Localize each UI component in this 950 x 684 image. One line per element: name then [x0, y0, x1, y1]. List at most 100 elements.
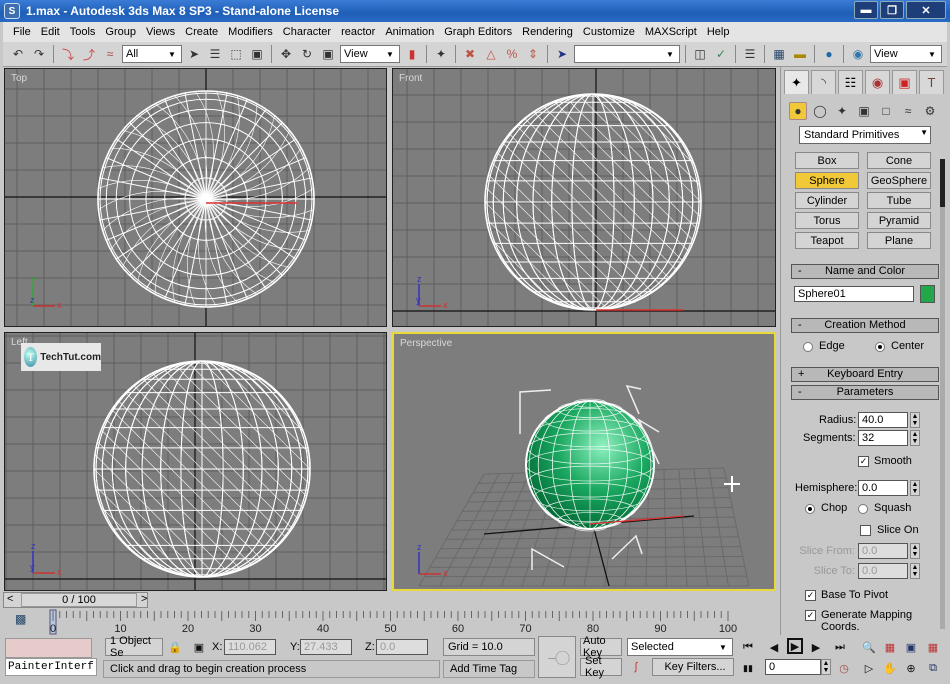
smooth-checkbox[interactable]: ✓ — [858, 456, 869, 467]
parameters-rollout-header[interactable]: - Parameters — [791, 385, 939, 400]
bind-to-space-warp-icon[interactable]: ≈ — [101, 45, 119, 63]
primitive-cylinder-button[interactable]: Cylinder — [795, 192, 859, 209]
unlink-selection-icon[interactable]: ⤴ — [80, 45, 98, 63]
arc-rotate-icon[interactable]: ⊕ — [903, 660, 919, 676]
viewport-label[interactable]: Perspective — [400, 338, 452, 349]
lights-icon[interactable]: ✦ — [833, 102, 851, 120]
name-color-rollout-header[interactable]: - Name and Color — [791, 264, 939, 279]
spinner-snap-icon[interactable]: ⇕ — [524, 45, 542, 63]
keyboard-entry-rollout-header[interactable]: + Keyboard Entry — [791, 367, 939, 382]
menu-file[interactable]: File — [8, 26, 36, 38]
center-radio[interactable] — [875, 342, 885, 352]
viewport-label[interactable]: Front — [399, 73, 422, 84]
rectangular-selection-icon[interactable]: ⬚ — [227, 45, 245, 63]
systems-icon[interactable]: ⚙ — [921, 102, 939, 120]
menu-edit[interactable]: Edit — [36, 26, 65, 38]
object-color-swatch[interactable] — [920, 285, 935, 303]
radius-field[interactable]: 40.0 — [858, 412, 908, 428]
close-button[interactable]: ✕ — [906, 1, 946, 19]
set-key-button[interactable]: Set Key — [580, 655, 622, 679]
menu-graph-editors[interactable]: Graph Editors — [439, 26, 517, 38]
select-and-rotate-icon[interactable]: ↻ — [298, 45, 316, 63]
zoom-extents-all-icon[interactable]: ▦ — [925, 639, 941, 655]
primitive-torus-button[interactable]: Torus — [795, 212, 859, 229]
primitive-sphere-button[interactable]: Sphere — [795, 172, 859, 189]
maxscript-listener-mini[interactable] — [5, 638, 92, 658]
command-panel-scrollbar[interactable] — [940, 159, 945, 629]
select-and-manipulate-icon[interactable]: ✦ — [432, 45, 450, 63]
display-tab-icon[interactable]: ▣ — [892, 70, 917, 94]
play-icon[interactable]: ▶ — [787, 638, 803, 654]
schematic-view-icon[interactable]: ▬ — [791, 45, 809, 63]
menu-rendering[interactable]: Rendering — [517, 26, 578, 38]
generate-mapping-checkbox[interactable]: ✓ — [805, 610, 816, 621]
slice-from-spinner[interactable]: ▲ ▼ — [910, 543, 920, 559]
current-frame-field[interactable]: 0 — [765, 659, 821, 675]
undo-icon[interactable]: ↶ — [9, 45, 27, 63]
primitive-plane-button[interactable]: Plane — [867, 232, 931, 249]
object-name-field[interactable]: Sphere01 — [794, 286, 914, 302]
primitive-pyramid-button[interactable]: Pyramid — [867, 212, 931, 229]
segments-spinner[interactable]: ▲ ▼ — [910, 430, 920, 446]
time-slider-thumb[interactable]: 0 / 100 — [21, 593, 137, 607]
chop-radio[interactable] — [805, 504, 815, 514]
menu-customize[interactable]: Customize — [578, 26, 640, 38]
align-icon[interactable]: ✓ — [712, 45, 730, 63]
snaps-toggle-icon[interactable]: ✖ — [461, 45, 479, 63]
layer-manager-icon[interactable]: ☰ — [741, 45, 759, 63]
edit-named-selection-icon[interactable]: ➤ — [553, 45, 571, 63]
named-selection-sets-dropdown[interactable]: ▼ — [574, 45, 680, 63]
object-type-dropdown[interactable]: Standard Primitives ▼ — [799, 126, 931, 144]
primitive-box-button[interactable]: Box — [795, 152, 859, 169]
geometry-icon[interactable]: ● — [789, 102, 807, 120]
creation-method-rollout-header[interactable]: - Creation Method — [791, 318, 939, 333]
viewport-top[interactable]: y z x Top — [4, 68, 387, 327]
mini-curve-editor-icon[interactable]: ▩ — [15, 612, 26, 626]
space-warps-icon[interactable]: ≈ — [899, 102, 917, 120]
viewport-front[interactable]: z y x Front — [392, 68, 776, 327]
radius-spinner[interactable]: ▲ ▼ — [910, 412, 920, 428]
key-filters-button[interactable]: Key Filters... — [652, 658, 734, 676]
track-bar[interactable]: ▩ 0 10 20 30 40 50 60 70 80 90 100 — [3, 609, 777, 635]
menu-maxscript[interactable]: MAXScript — [640, 26, 702, 38]
auto-key-button[interactable]: Auto Key — [580, 635, 622, 659]
menu-animation[interactable]: Animation — [380, 26, 439, 38]
default-in-out-tangents-icon[interactable]: ∫ — [628, 659, 644, 675]
current-frame-spinner[interactable]: ▲ ▼ — [821, 659, 831, 675]
menu-modifiers[interactable]: Modifiers — [223, 26, 278, 38]
key-mode-dropdown[interactable]: Selected ▼ — [627, 638, 733, 656]
y-coord-field[interactable]: 27.433 — [300, 639, 352, 655]
set-keys-button[interactable]: ⎯◯ — [538, 636, 576, 678]
primitive-tube-button[interactable]: Tube — [867, 192, 931, 209]
mirror-icon[interactable]: ◫ — [691, 45, 709, 63]
time-configuration-icon[interactable]: ◷ — [836, 660, 852, 676]
menu-help[interactable]: Help — [702, 26, 735, 38]
edge-radio[interactable] — [803, 342, 813, 352]
zoom-icon[interactable]: 🔍 — [861, 639, 877, 655]
x-coord-field[interactable]: 110.062 — [224, 639, 276, 655]
menu-tools[interactable]: Tools — [65, 26, 101, 38]
time-slider-prev[interactable]: < — [7, 593, 13, 605]
menu-views[interactable]: Views — [141, 26, 180, 38]
menu-group[interactable]: Group — [100, 26, 141, 38]
viewport-left[interactable]: zyx Left T TechTut.com — [4, 332, 387, 591]
create-tab-icon[interactable]: ✦ — [784, 70, 809, 94]
viewport-perspective[interactable]: zx Perspective — [392, 332, 776, 591]
absolute-mode-transform-icon[interactable]: ▣ — [191, 639, 207, 655]
key-mode-toggle-icon[interactable]: ▮▮ — [740, 660, 756, 676]
restore-button[interactable]: ❐ — [880, 1, 904, 19]
time-slider-next[interactable]: > — [141, 593, 147, 605]
field-of-view-icon[interactable]: ▷ — [861, 660, 877, 676]
use-pivot-center-icon[interactable]: ▮ — [403, 45, 421, 63]
render-type-dropdown[interactable]: View ▼ — [870, 45, 942, 63]
angle-snap-icon[interactable]: △ — [482, 45, 500, 63]
selection-filter-dropdown[interactable]: All ▼ — [122, 45, 182, 63]
utilities-tab-icon[interactable]: T — [919, 70, 944, 94]
modify-tab-icon[interactable]: ◝ — [811, 70, 836, 94]
select-and-link-icon[interactable]: ⤵ — [59, 45, 77, 63]
next-frame-icon[interactable]: ▶ — [808, 639, 824, 655]
curve-editor-icon[interactable]: ▦ — [770, 45, 788, 63]
primitive-cone-button[interactable]: Cone — [867, 152, 931, 169]
helpers-icon[interactable]: □ — [877, 102, 895, 120]
menu-reactor[interactable]: reactor — [336, 26, 380, 38]
